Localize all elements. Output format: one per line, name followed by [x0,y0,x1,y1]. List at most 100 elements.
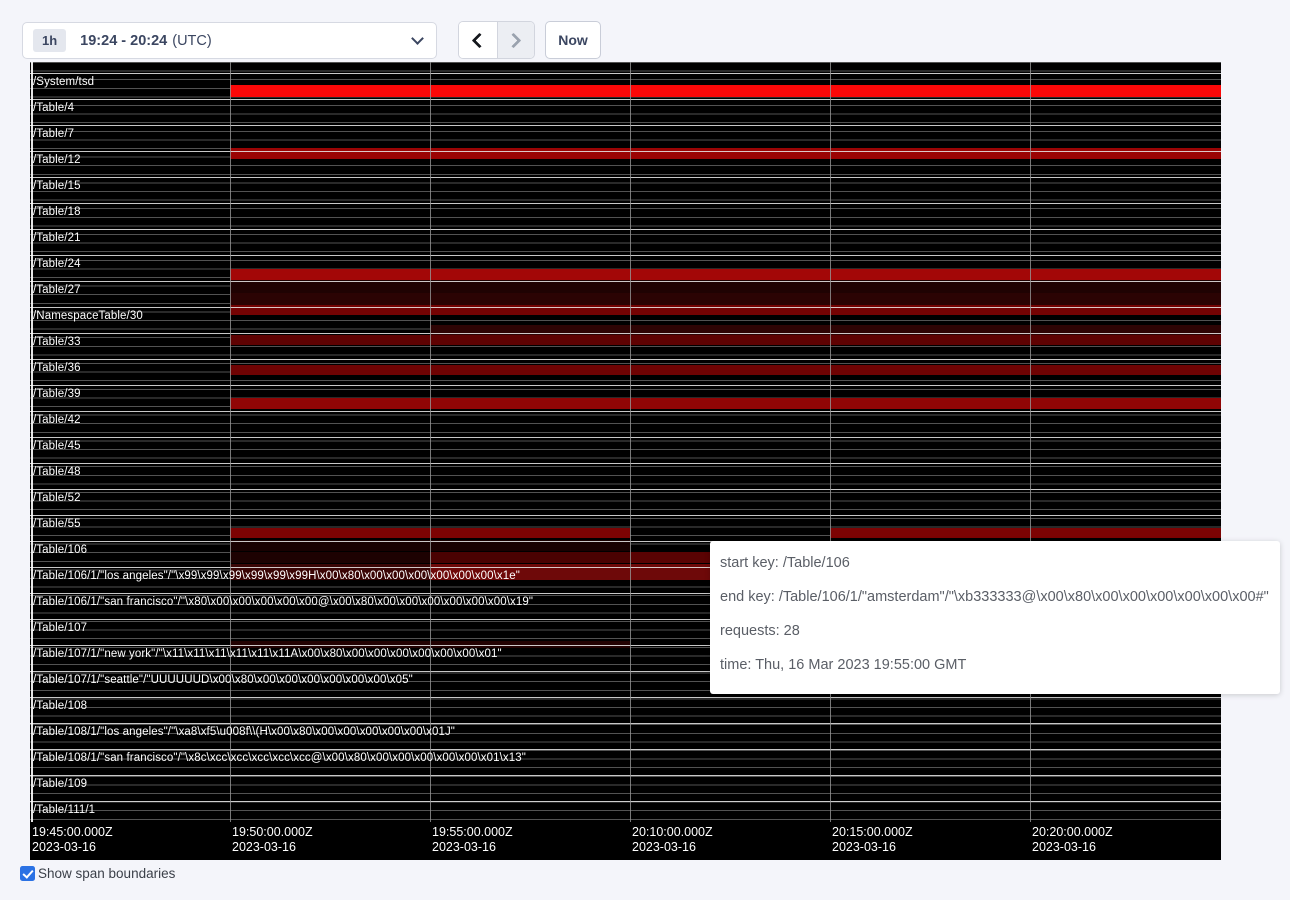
span-label: /Table/106/1/"san francisco"/"\x80\x00\x… [33,596,533,608]
heat-band [230,365,1221,375]
span-label: /Table/111/1 [33,804,95,816]
span-label: /Table/107 [33,622,87,634]
axis-tick-label: 20:15:00.000Z2023-03-16 [832,825,913,855]
span-boundary-line [30,359,1221,360]
time-axis: 19:45:00.000Z2023-03-1619:50:00.000Z2023… [30,822,1221,860]
time-range-duration-badge: 1h [33,29,66,52]
span-boundary-line [30,749,1221,750]
heat-band [230,293,1221,305]
cell-tooltip: start key: /Table/106 end key: /Table/10… [710,541,1280,694]
heat-band [230,148,1221,159]
span-label: /Table/48 [33,466,81,478]
show-span-boundaries-control: Show span boundaries [20,866,175,881]
key-visualizer-heatmap[interactable]: /System/tsd/Table/4/Table/7/Table/12/Tab… [30,62,1221,860]
span-boundary-line [30,99,1221,100]
axis-time: 20:20:00.000Z [1032,825,1113,840]
tooltip-requests: requests: 28 [720,614,1270,648]
span-boundary-line [30,307,1221,308]
span-label: /Table/42 [33,414,81,426]
span-hairlines [30,62,1221,822]
heat-band [230,552,430,563]
axis-date: 2023-03-16 [832,840,913,855]
axis-time: 19:45:00.000Z [32,825,113,840]
axis-date: 2023-03-16 [232,840,313,855]
tooltip-end-key: end key: /Table/106/1/"amsterdam"/"\xb33… [720,580,1270,614]
span-label: /Table/45 [33,440,81,452]
span-label: /Table/107/1/"seattle"/"UUUUUUD\x00\x80\… [33,674,413,686]
span-label: /Table/7 [33,128,74,140]
span-label: /Table/21 [33,232,81,244]
span-label: /Table/33 [33,336,81,348]
span-label: /System/tsd [33,76,94,88]
span-boundary-line [30,411,1221,412]
heat-band [230,398,1221,409]
span-boundary-line [30,255,1221,256]
span-label: /Table/108 [33,700,87,712]
time-range-dropdown[interactable]: 1h 19:24 - 20:24 (UTC) [22,22,437,59]
chevron-right-icon [506,32,522,48]
span-boundary-line [30,489,1221,490]
axis-time: 19:55:00.000Z [432,825,513,840]
span-boundary-line [30,515,1221,516]
span-label: /Table/39 [33,388,81,400]
next-range-button[interactable] [497,22,535,58]
axis-tick-label: 19:55:00.000Z2023-03-16 [432,825,513,855]
time-gridline [830,62,831,822]
now-button[interactable]: Now [545,21,601,59]
show-span-boundaries-checkbox[interactable] [20,866,35,881]
chevron-left-icon [472,32,488,48]
span-label: /NamespaceTable/30 [33,310,143,322]
heat-band [230,269,1221,280]
span-label: /Table/36 [33,362,81,374]
heat-band [230,85,1221,97]
span-boundary-line [30,281,1221,282]
time-gridline [630,62,631,822]
span-boundary-line [30,177,1221,178]
span-label: /Table/24 [33,258,81,270]
time-range-text: 19:24 - 20:24 [80,33,167,49]
heat-band [230,335,1221,345]
axis-date: 2023-03-16 [32,840,113,855]
time-range-zone: (UTC) [172,33,211,49]
tooltip-start-key: start key: /Table/106 [720,546,1270,580]
prev-range-button[interactable] [459,22,497,58]
span-label: /Table/107/1/"new york"/"\x11\x11\x11\x1… [33,648,502,660]
axis-date: 2023-03-16 [432,840,513,855]
heat-band [830,528,1221,538]
time-gridline [1030,62,1031,822]
span-label: /Table/52 [33,492,81,504]
span-label: /Table/4 [33,102,74,114]
span-boundary-line [30,723,1221,724]
span-boundary-line [30,437,1221,438]
show-span-boundaries-label: Show span boundaries [38,866,175,881]
span-label: /Table/15 [33,180,81,192]
axis-tick-label: 20:10:00.000Z2023-03-16 [632,825,713,855]
axis-tick-label: 19:45:00.000Z2023-03-16 [32,825,113,855]
axis-date: 2023-03-16 [1032,840,1113,855]
span-label: /Table/108/1/"san francisco"/"\x8c\xcc\x… [33,752,526,764]
span-label: /Table/27 [33,284,81,296]
axis-time: 20:15:00.000Z [832,825,913,840]
span-boundary-line [30,333,1221,334]
span-boundary-line [30,463,1221,464]
axis-time: 19:50:00.000Z [232,825,313,840]
span-label: /Table/108/1/"los angeles"/"\xa8\xf5\u00… [33,726,455,738]
time-gridline [230,62,231,822]
axis-date: 2023-03-16 [632,840,713,855]
time-nav-button-group [458,21,535,59]
span-boundary-line [30,203,1221,204]
span-label: /Table/109 [33,778,87,790]
span-label: /Table/106 [33,544,87,556]
span-label: /Table/106/1/"los angeles"/"\x99\x99\x99… [33,570,520,582]
span-boundary-line [30,801,1221,802]
span-boundary-line [30,73,1221,74]
tooltip-time: time: Thu, 16 Mar 2023 19:55:00 GMT [720,648,1270,682]
heatmap-plot[interactable]: /System/tsd/Table/4/Table/7/Table/12/Tab… [30,62,1221,822]
span-boundary-line [30,151,1221,152]
page: { "toolbar": { "time_range": { "badge": … [0,0,1290,900]
span-boundary-line [30,775,1221,776]
axis-time: 20:10:00.000Z [632,825,713,840]
time-gridline [430,62,431,822]
axis-tick-label: 19:50:00.000Z2023-03-16 [232,825,313,855]
span-label: /Table/12 [33,154,81,166]
